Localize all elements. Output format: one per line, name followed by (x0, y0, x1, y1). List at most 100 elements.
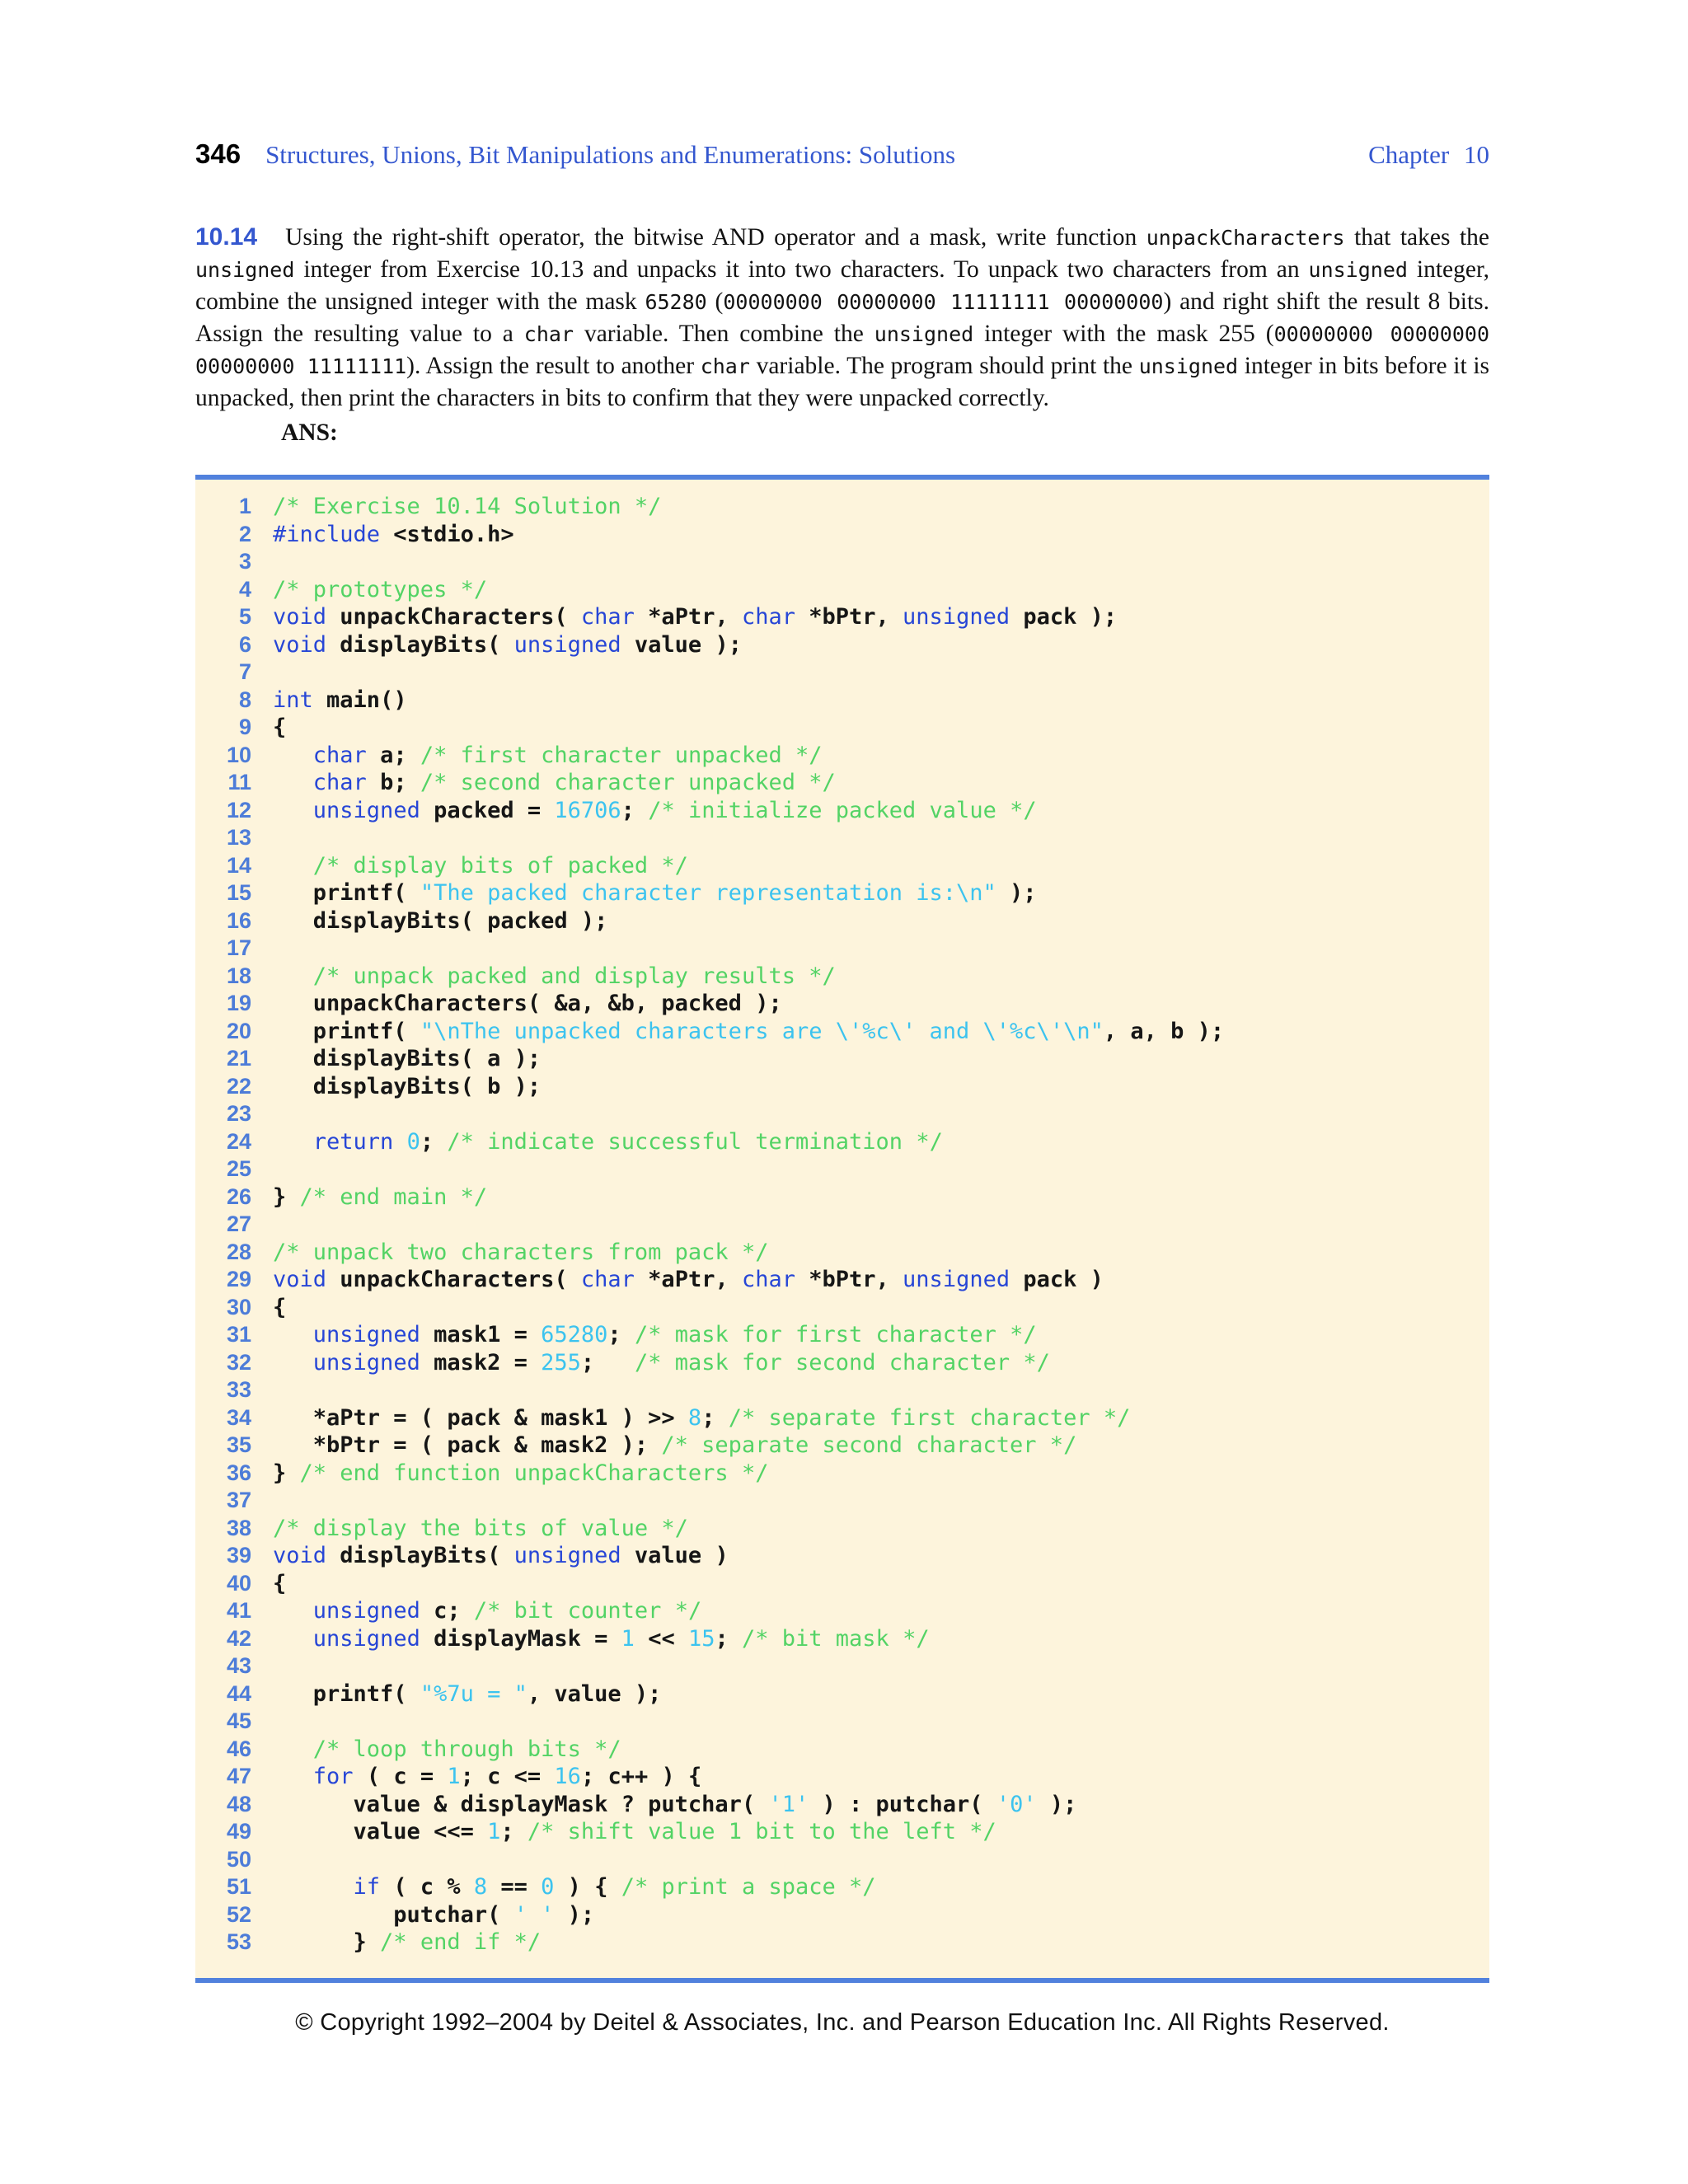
code-line: 40 { (195, 1570, 1489, 1598)
code-token-pl: mask1 = (420, 1322, 542, 1347)
code-token-pl: ( c = (353, 1764, 448, 1789)
line-number: 36 (226, 1460, 251, 1485)
inline-code: unsigned (1308, 258, 1408, 282)
exercise-paragraph: 10.14 Using the right-shift operator, the… (195, 221, 1489, 415)
body-text: Using the right-shift operator, the bitw… (285, 224, 1146, 251)
code-token-cm: /* initialize packed value */ (648, 797, 1037, 823)
code-token-pl: } (273, 1183, 300, 1210)
code-token-li: 255 (541, 1349, 581, 1376)
inline-code: unsigned (1138, 354, 1239, 378)
code-token-pl: value ) (621, 1543, 729, 1568)
code-line: 19 unpackCharacters( &a, &b, packed ); (195, 990, 1489, 1018)
code-line: 23 (195, 1100, 1489, 1128)
inline-code: unsigned (874, 322, 974, 346)
line-number: 22 (226, 1073, 251, 1099)
code-line: 32 unsigned mask2 = 255; /* mask for sec… (195, 1349, 1489, 1377)
answer-label: ANS: (281, 419, 338, 446)
code-text: unsigned mask1 = 65280; /* mask for firs… (273, 1321, 1037, 1349)
code-token-pl: unpackCharacters( (326, 1267, 581, 1292)
code-token-kw: unsigned (312, 1349, 420, 1376)
code-text: printf( "\nThe unpacked characters are \… (273, 1018, 1224, 1046)
code-token-cm: /* end if */ (380, 1929, 542, 1955)
code-text: unsigned displayMask = 1 << 15; /* bit m… (273, 1625, 930, 1653)
code-token-cm: /* bit mask */ (742, 1625, 930, 1652)
code-token-cm: /* separate first character */ (728, 1404, 1131, 1431)
body-text: ). Assign the result to another (406, 353, 701, 379)
code-line: 49 value <<= 1; /* shift value 1 bit to … (195, 1818, 1489, 1846)
code-line: 37 (195, 1487, 1489, 1515)
code-token-kw: char (741, 1267, 795, 1292)
code-text: displayBits( a ); (273, 1045, 541, 1073)
code-token-li: 15 (687, 1625, 715, 1652)
code-token-pl: , value ); (527, 1680, 662, 1707)
code-text: value & displayMask ? putchar( '1' ) : p… (273, 1791, 1077, 1819)
code-token-kw: unsigned (903, 604, 1010, 630)
code-token-pl: b; (366, 770, 420, 795)
code-line: 30 { (195, 1294, 1489, 1322)
code-token-kw: unsigned (903, 1267, 1010, 1292)
line-number: 10 (226, 742, 251, 767)
line-number: 9 (238, 715, 251, 739)
code-token-pl: ( c % (380, 1874, 474, 1900)
page-number: 346 (195, 138, 241, 169)
line-number: 17 (226, 935, 251, 960)
code-text: { (273, 714, 286, 742)
code-line: 50 (195, 1846, 1489, 1874)
code-token-cm: /* unpack two characters from pack */ (273, 1239, 769, 1265)
line-number: 6 (238, 631, 251, 657)
code-token-pl: putchar( (273, 1901, 514, 1928)
code-line: 27 (195, 1211, 1489, 1239)
line-number: 15 (226, 880, 251, 905)
line-number: 51 (226, 1874, 251, 1899)
code-token-pl: c; (420, 1598, 474, 1624)
line-number: 37 (226, 1488, 251, 1512)
code-text: /* loop through bits */ (273, 1736, 621, 1764)
code-text: return 0; /* indicate successful termina… (273, 1128, 943, 1156)
code-token-pl: , a, b ); (1103, 1018, 1225, 1044)
code-line: 8 int main() (195, 687, 1489, 715)
line-number: 25 (226, 1156, 251, 1181)
code-token-kw: unsigned (312, 1625, 420, 1652)
exercise-body-text: Using the right-shift operator, the bitw… (195, 224, 1489, 411)
line-number: 5 (238, 604, 251, 629)
line-number: 45 (226, 1708, 251, 1733)
code-token-kw: char (312, 742, 367, 768)
code-line: 2 #include <stdio.h> (195, 521, 1489, 549)
code-token-kw: char (741, 604, 795, 630)
code-token-pl: *bPtr, (795, 604, 903, 630)
line-number: 1 (238, 494, 251, 518)
code-text: unsigned mask2 = 255; /* mask for second… (273, 1349, 1050, 1377)
code-line: 52 putchar( ' ' ); (195, 1901, 1489, 1929)
line-number: 7 (238, 659, 251, 684)
code-token-st: '0' (996, 1791, 1037, 1817)
line-number: 53 (226, 1929, 251, 1954)
code-token-li: 1 (487, 1819, 501, 1844)
code-text: if ( c % 8 == 0 ) { /* print a space */ (273, 1873, 876, 1901)
code-token-cm: /* display bits of packed */ (312, 852, 688, 879)
page-footer-copyright: © Copyright 1992–2004 by Deitel & Associ… (295, 2008, 1390, 2036)
code-line: 24 return 0; /* indicate successful term… (195, 1128, 1489, 1156)
line-number: 43 (226, 1653, 251, 1678)
code-line: 31 unsigned mask1 = 65280; /* mask for f… (195, 1321, 1489, 1349)
code-token-kw: unsigned (513, 1543, 621, 1568)
code-token-pl: value & displayMask ? putchar( (273, 1791, 769, 1817)
code-token-kw: unsigned (312, 1322, 420, 1347)
line-number: 23 (226, 1101, 251, 1126)
code-token-cm: /* mask for first character */ (634, 1322, 1037, 1347)
code-token-kw: char (580, 1267, 635, 1292)
code-line: 44 printf( "%7u = ", value ); (195, 1680, 1489, 1708)
code-token-pl: ); (996, 880, 1037, 906)
code-line: 15 printf( "The packed character represe… (195, 879, 1489, 907)
body-text: integer from Exercise 10.13 and unpacks … (294, 256, 1309, 283)
code-text: unpackCharacters( &a, &b, packed ); (273, 990, 782, 1018)
code-token-pl: unpackCharacters( (326, 604, 581, 630)
chapter-label: Chapter 10 (1368, 140, 1489, 169)
code-token-pl: a; (366, 742, 420, 768)
code-line: 22 displayBits( b ); (195, 1073, 1489, 1101)
code-text: putchar( ' ' ); (273, 1901, 594, 1929)
line-number: 40 (226, 1570, 251, 1596)
code-token-li: 16706 (554, 797, 621, 823)
code-line: 42 unsigned displayMask = 1 << 15; /* bi… (195, 1625, 1489, 1653)
